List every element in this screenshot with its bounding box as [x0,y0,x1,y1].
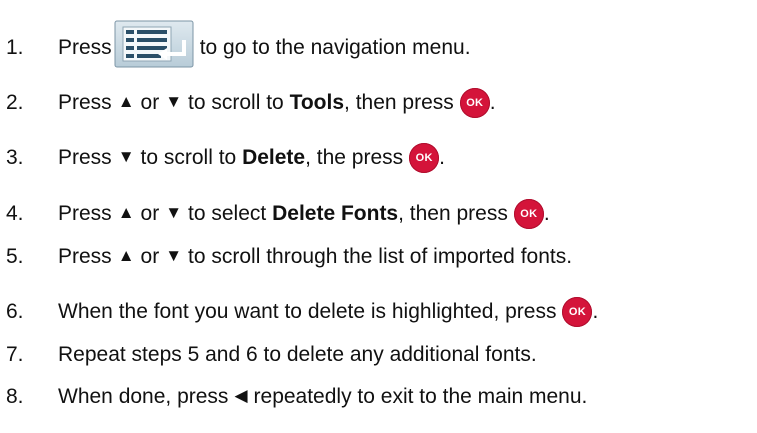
step-text: to scroll to [188,91,284,114]
ok-button-icon: OK [513,199,544,229]
menu-item-name: Delete [242,146,306,169]
down-arrow-icon: ▼ [165,92,183,111]
step-number: 7. [6,343,24,366]
step-5: 5. Press ▲ or ▼ to scroll through the li… [0,239,572,275]
navigation-menu-icon [114,20,194,68]
step-text: Press [58,36,112,59]
step-text: Press [58,202,112,225]
step-text: . [543,202,550,225]
step-number: 1. [6,36,24,59]
step-text: repeatedly to exit to the main menu. [253,385,588,408]
step-4: 4. Press ▲ or ▼ to select Delete Fonts, … [0,196,550,232]
step-6: 6. When the font you want to delete is h… [0,294,598,330]
step-number: 3. [6,146,24,169]
step-text: , then press [398,202,508,225]
step-text: or [140,245,160,268]
instruction-list: 1. Press to go to the navigation menu. 2… [0,0,757,433]
step-number: 8. [6,385,24,408]
step-text: When done, press [58,385,229,408]
step-text: or [140,91,160,114]
left-arrow-icon: ◀ [234,386,248,405]
step-text: . [489,91,496,114]
menu-item-name: Tools [289,91,345,114]
step-text: or [140,202,160,225]
step-text: , then press [344,91,454,114]
step-text: to go to the navigation menu. [199,36,471,59]
step-number: 4. [6,202,24,225]
step-number: 2. [6,91,24,114]
step-text: to select [188,202,267,225]
step-text: to scroll through the list of imported f… [188,245,573,268]
ok-button-icon: OK [409,143,440,173]
ok-button-icon: OK [562,297,593,327]
step-text: Press [58,91,112,114]
step-1: 1. Press to go to the navigation menu. [0,20,471,68]
up-arrow-icon: ▲ [117,92,135,111]
ok-button-icon: OK [459,88,490,118]
step-8: 8. When done, press ◀ repeatedly to exit… [0,379,587,415]
step-7: 7. Repeat steps 5 and 6 to delete any ad… [0,337,537,373]
step-number: 5. [6,245,24,268]
step-number: 6. [6,300,24,323]
step-text: . [439,146,445,169]
step-text: Press [58,245,112,268]
step-text: Repeat steps 5 and 6 to delete any addit… [58,343,537,366]
up-arrow-icon: ▲ [117,203,135,222]
down-arrow-icon: ▼ [117,147,135,166]
down-arrow-icon: ▼ [165,203,183,222]
menu-item-name: Delete Fonts [272,202,399,225]
up-arrow-icon: ▲ [117,246,135,265]
step-text: , the press [305,146,404,169]
step-3: 3. Press ▼ to scroll to Delete, the pres… [0,140,445,176]
step-text: Press [58,146,112,169]
step-2: 2. Press ▲ or ▼ to scroll to Tools, then… [0,85,496,121]
step-text: to scroll to [140,146,237,169]
down-arrow-icon: ▼ [165,246,183,265]
step-text: When the font you want to delete is high… [58,300,557,323]
step-text: . [592,300,599,323]
